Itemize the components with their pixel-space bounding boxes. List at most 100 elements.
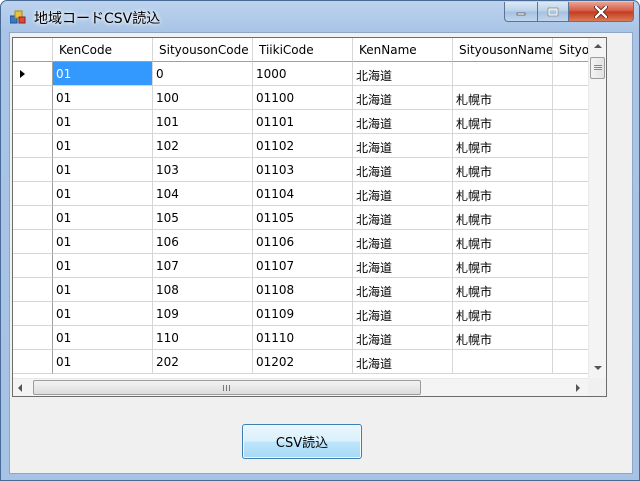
column-header-tiikicode[interactable]: TiikiCode [253,38,353,62]
table-cell[interactable]: 01103 [253,158,353,182]
table-cell[interactable] [553,62,588,86]
table-cell[interactable]: 01 [53,254,153,278]
table-cell[interactable]: 01 [53,110,153,134]
column-header-sityouson[interactable]: Sityouson [553,38,588,62]
table-row[interactable]: 01 109 01109 北海道 札幌市 [13,302,588,326]
table-cell[interactable] [453,350,553,374]
table-cell[interactable]: 札幌市 [453,302,553,326]
table-cell[interactable]: 北海道 [353,278,453,302]
table-cell[interactable]: 北海道 [353,110,453,134]
table-cell[interactable] [553,182,588,206]
row-header-cell[interactable] [13,182,53,206]
table-row[interactable]: 01 107 01107 北海道 札幌市 [13,254,588,278]
table-row[interactable]: 01 104 01104 北海道 札幌市 [13,182,588,206]
table-row[interactable]: 01 105 01105 北海道 札幌市 [13,206,588,230]
table-cell[interactable]: 01105 [253,206,353,230]
table-cell[interactable]: 北海道 [353,134,453,158]
table-cell[interactable]: 01101 [253,110,353,134]
table-row[interactable]: 01 103 01103 北海道 札幌市 [13,158,588,182]
table-cell[interactable]: 107 [153,254,253,278]
table-cell[interactable]: 01 [53,182,153,206]
table-cell[interactable]: 北海道 [353,62,453,86]
table-cell[interactable]: 北海道 [353,350,453,374]
table-row[interactable]: 01 108 01108 北海道 札幌市 [13,278,588,302]
table-cell[interactable]: 1000 [253,62,353,86]
table-cell[interactable]: 北海道 [353,86,453,110]
table-cell[interactable]: 01106 [253,230,353,254]
table-cell[interactable]: 01 [53,158,153,182]
table-cell[interactable] [553,134,588,158]
table-cell[interactable]: 札幌市 [453,254,553,278]
row-header-cell[interactable] [13,134,53,158]
csv-load-button[interactable]: CSV読込 [242,424,362,459]
table-cell[interactable]: 01 [53,86,153,110]
table-cell[interactable]: 01 [53,326,153,350]
table-row[interactable]: 01 106 01106 北海道 札幌市 [13,230,588,254]
table-cell[interactable]: 札幌市 [453,110,553,134]
table-cell[interactable] [553,326,588,350]
table-cell[interactable]: 札幌市 [453,230,553,254]
column-header-sityousoncode[interactable]: SityousonCode [153,38,253,62]
scroll-up-arrow-icon[interactable] [594,44,602,48]
vertical-scroll-thumb[interactable] [590,57,605,79]
table-cell[interactable]: 01 [53,134,153,158]
vertical-scrollbar[interactable] [588,38,606,378]
row-header-cell[interactable] [13,278,53,302]
row-header-cell[interactable] [13,230,53,254]
table-cell[interactable] [553,350,588,374]
table-cell[interactable]: 106 [153,230,253,254]
table-cell[interactable]: 札幌市 [453,134,553,158]
row-header-cell[interactable] [13,254,53,278]
table-row[interactable]: 01 110 01110 北海道 札幌市 [13,326,588,350]
table-cell[interactable]: 北海道 [353,206,453,230]
table-cell[interactable]: 01102 [253,134,353,158]
table-cell[interactable] [553,158,588,182]
table-cell[interactable]: 104 [153,182,253,206]
table-cell[interactable]: 101 [153,110,253,134]
column-header-kenname[interactable]: KenName [353,38,453,62]
horizontal-scrollbar[interactable] [13,378,588,396]
data-grid[interactable]: KenCode SityousonCode TiikiCode KenName … [12,37,607,397]
row-header-cell[interactable] [13,62,53,86]
table-cell[interactable] [553,110,588,134]
table-row[interactable]: 01 202 01202 北海道 [13,350,588,374]
table-cell[interactable]: 105 [153,206,253,230]
table-cell[interactable] [553,302,588,326]
table-row[interactable]: 01 101 01101 北海道 札幌市 [13,110,588,134]
row-header-cell[interactable] [13,302,53,326]
table-cell[interactable] [453,62,553,86]
table-cell[interactable]: 北海道 [353,302,453,326]
scroll-down-arrow-icon[interactable] [594,366,602,370]
row-header-cell[interactable] [13,158,53,182]
table-cell[interactable]: 01 [53,62,153,86]
row-header-cell[interactable] [13,86,53,110]
table-cell[interactable]: 01108 [253,278,353,302]
table-cell[interactable]: 108 [153,278,253,302]
table-cell[interactable]: 札幌市 [453,326,553,350]
table-row[interactable]: 01 0 1000 北海道 [13,62,588,86]
row-header-cell[interactable] [13,326,53,350]
column-header-kencode[interactable]: KenCode [53,38,153,62]
table-cell[interactable]: 01109 [253,302,353,326]
scroll-right-arrow-icon[interactable] [576,384,580,392]
title-bar[interactable]: 地域コードCSV読込 [1,1,639,33]
table-row[interactable]: 01 100 01100 北海道 札幌市 [13,86,588,110]
table-cell[interactable]: 北海道 [353,230,453,254]
table-cell[interactable]: 100 [153,86,253,110]
table-cell[interactable] [553,86,588,110]
close-button[interactable] [568,2,634,22]
table-cell[interactable]: 北海道 [353,182,453,206]
table-cell[interactable]: 北海道 [353,254,453,278]
table-cell[interactable]: 110 [153,326,253,350]
table-cell[interactable]: 01 [53,206,153,230]
table-cell[interactable]: 01104 [253,182,353,206]
table-cell[interactable]: 01 [53,350,153,374]
maximize-button[interactable] [537,2,569,22]
table-cell[interactable] [553,230,588,254]
row-header-cell[interactable] [13,206,53,230]
table-cell[interactable]: 0 [153,62,253,86]
table-cell[interactable]: 札幌市 [453,278,553,302]
table-cell[interactable] [553,278,588,302]
column-header-sityousonname[interactable]: SityousonName [453,38,553,62]
row-header-cell[interactable] [13,350,53,374]
